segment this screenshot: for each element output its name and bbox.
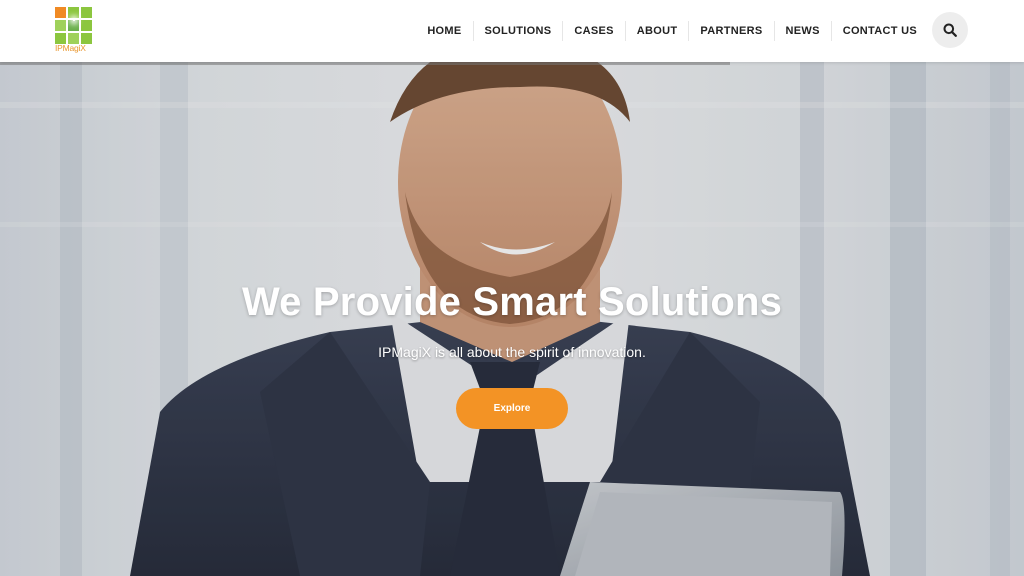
- hero-subtitle: IPMagiX is all about the spirit of innov…: [378, 344, 646, 360]
- nav-item-contact-us[interactable]: CONTACT US: [830, 21, 928, 41]
- hero-section: We Provide Smart Solutions IPMagiX is al…: [0, 62, 1024, 576]
- search-button[interactable]: [932, 12, 968, 48]
- explore-button[interactable]: Explore: [456, 388, 568, 429]
- nav-item-news[interactable]: NEWS: [773, 21, 831, 41]
- main-nav: HOME SOLUTIONS CASES ABOUT PARTNERS NEWS…: [416, 21, 928, 41]
- hero-title: We Provide Smart Solutions: [241, 280, 783, 324]
- nav-item-solutions[interactable]: SOLUTIONS: [472, 21, 563, 41]
- search-icon: [943, 23, 957, 37]
- logo-grid-icon: [55, 7, 92, 44]
- nav-item-partners[interactable]: PARTNERS: [688, 21, 773, 41]
- nav-item-cases[interactable]: CASES: [562, 21, 624, 41]
- site-header: IPMagiX HOME SOLUTIONS CASES ABOUT PARTN…: [0, 0, 1024, 62]
- brand-logo[interactable]: IPMagiX: [55, 7, 93, 55]
- logo-text: IPMagiX: [55, 43, 86, 53]
- nav-item-about[interactable]: ABOUT: [624, 21, 689, 41]
- nav-item-home[interactable]: HOME: [416, 21, 472, 41]
- scroll-progress-bar: [0, 62, 730, 65]
